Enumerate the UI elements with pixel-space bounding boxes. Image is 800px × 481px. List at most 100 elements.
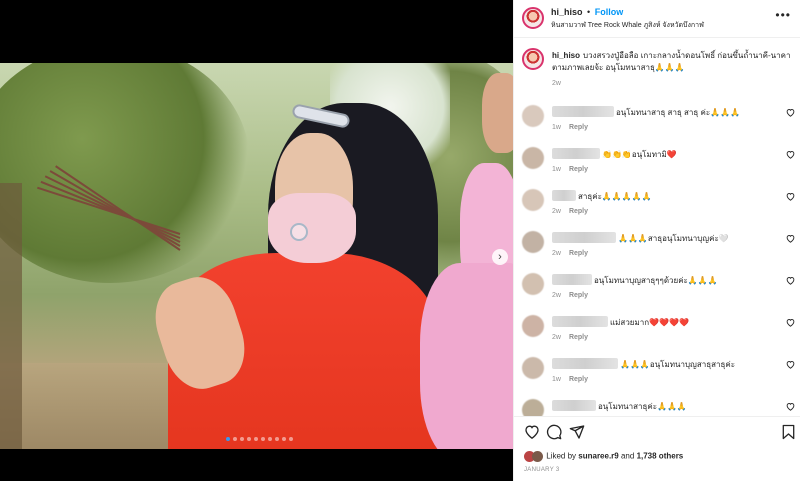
comment-row: อนุโมทนาสาธุค่ะ🙏🙏🙏 xyxy=(522,398,800,416)
reply-button[interactable]: Reply xyxy=(569,208,588,215)
comment-like-icon[interactable] xyxy=(786,276,795,287)
liked-by-prefix: Liked by xyxy=(546,451,577,461)
reply-button[interactable]: Reply xyxy=(569,124,588,131)
carousel-next-button[interactable]: › xyxy=(492,249,508,265)
carousel-dot xyxy=(247,437,251,441)
comment-like-icon[interactable] xyxy=(786,150,795,161)
commenter-username-blurred[interactable] xyxy=(552,358,618,369)
commenter-username-blurred[interactable] xyxy=(552,106,614,117)
bystander-pink-sleeve xyxy=(420,263,513,449)
comment-text: 🙏🙏🙏สาธุอนุโมทนาบุญค่ะ🤍 xyxy=(618,234,729,243)
comment-time[interactable]: 2w xyxy=(552,208,561,215)
commenter-avatar[interactable] xyxy=(522,231,544,253)
face-mask xyxy=(268,193,356,263)
commenter-username-blurred[interactable] xyxy=(552,400,596,411)
comment-row: แม่สวยมาก❤️❤️❤️❤️ 2w Reply xyxy=(522,314,800,356)
carousel-dot xyxy=(282,437,286,441)
tree-trunk xyxy=(0,183,22,449)
comment-time[interactable]: 2w xyxy=(552,334,561,341)
comment-meta: 2w Reply xyxy=(552,334,588,341)
reply-button[interactable]: Reply xyxy=(569,166,588,173)
comment-row: อนุโมทนาสาธุ สาธุ สาธุ ค่ะ🙏🙏🙏 1w Reply xyxy=(522,104,800,146)
more-options-icon[interactable]: ••• xyxy=(775,8,791,22)
caption-username[interactable]: hi_hiso xyxy=(552,51,580,60)
bookmark-icon[interactable] xyxy=(782,424,795,444)
author-username[interactable]: hi_hiso xyxy=(551,7,583,17)
comment-row: 🙏🙏🙏สาธุอนุโมทนาบุญค่ะ🤍 2w Reply xyxy=(522,230,800,272)
comment-time[interactable]: 2w xyxy=(552,250,561,257)
comment-time[interactable]: 1w xyxy=(552,376,561,383)
header-user-line: hi_hiso • Follow xyxy=(551,7,623,17)
comment-meta: 2w Reply xyxy=(552,208,588,215)
carousel-dot xyxy=(268,437,272,441)
heart-icon[interactable] xyxy=(524,424,540,443)
commenter-username-blurred[interactable] xyxy=(552,190,576,201)
commenter-username-blurred[interactable] xyxy=(552,316,608,327)
bystander-hand xyxy=(482,73,513,153)
comment-like-icon[interactable] xyxy=(786,318,795,329)
comment-text: แม่สวยมาก❤️❤️❤️❤️ xyxy=(610,318,689,327)
comment-row: สาธุค่ะ🙏🙏🙏🙏🙏 2w Reply xyxy=(522,188,800,230)
carousel-dot xyxy=(240,437,244,441)
comment-like-icon[interactable] xyxy=(786,192,795,203)
comment-like-icon[interactable] xyxy=(786,402,795,413)
reply-button[interactable]: Reply xyxy=(569,334,588,341)
commenter-avatar[interactable] xyxy=(522,147,544,169)
liked-by-user[interactable]: sunaree.r9 xyxy=(578,452,618,461)
comment-row: อนุโมทนาบุญสาธุๆๆด้วยค่ะ🙏🙏🙏 2w Reply xyxy=(522,272,800,314)
post-date[interactable]: JANUARY 3 xyxy=(524,467,560,473)
caption-text: บวงสรวงปู่อือลือ เกาะกลางน้ำดอนโพธิ์ ก่อ… xyxy=(552,51,791,72)
commenter-avatar[interactable] xyxy=(522,399,544,416)
carousel-dot xyxy=(226,437,230,441)
share-icon[interactable] xyxy=(569,424,585,444)
comment-icon[interactable] xyxy=(546,424,562,444)
comments-list[interactable]: hi_hiso บวงสรวงปู่อือลือ เกาะกลางน้ำดอนโพ… xyxy=(514,38,800,416)
carousel-dot xyxy=(275,437,279,441)
comment-like-icon[interactable] xyxy=(786,108,795,119)
comment-meta: 1w Reply xyxy=(552,376,588,383)
commenter-avatar[interactable] xyxy=(522,189,544,211)
author-avatar[interactable] xyxy=(522,7,544,29)
caption-text-block: hi_hiso บวงสรวงปู่อือลือ เกาะกลางน้ำดอนโพ… xyxy=(552,50,800,74)
comment-time[interactable]: 1w xyxy=(552,124,561,131)
post-header: hi_hiso • Follow หินสามวาฬ Tree Rock Wha… xyxy=(514,0,800,38)
comment-text: อนุโมทนาสาธุค่ะ🙏🙏🙏 xyxy=(598,402,687,411)
comment-like-icon[interactable] xyxy=(786,234,795,245)
carousel-dot xyxy=(289,437,293,441)
post-sidebar: hi_hiso • Follow หินสามวาฬ Tree Rock Wha… xyxy=(513,0,800,481)
comment-text: สาธุค่ะ🙏🙏🙏🙏🙏 xyxy=(578,192,652,201)
instagram-post-modal: › hi_hiso • Follow หินสามวาฬ Tree Rock W… xyxy=(0,0,800,481)
liked-by-connector: and xyxy=(620,451,635,461)
incense-sticks xyxy=(30,165,181,273)
commenter-avatar[interactable] xyxy=(522,315,544,337)
commenter-username-blurred[interactable] xyxy=(552,148,600,159)
carousel-dot xyxy=(261,437,265,441)
reply-button[interactable]: Reply xyxy=(569,292,588,299)
comment-row: 👏👏👏อนุโมทามิ❤️ 1w Reply xyxy=(522,146,800,188)
commenter-avatar[interactable] xyxy=(522,357,544,379)
post-photo[interactable] xyxy=(0,63,513,449)
caption-time[interactable]: 2w xyxy=(552,80,561,87)
comment-time[interactable]: 1w xyxy=(552,166,561,173)
reply-button[interactable]: Reply xyxy=(569,376,588,383)
commenter-avatar[interactable] xyxy=(522,273,544,295)
comment-time[interactable]: 2w xyxy=(552,292,561,299)
caption-author-avatar[interactable] xyxy=(522,48,544,70)
commenter-avatar[interactable] xyxy=(522,105,544,127)
liked-by-others[interactable]: 1,738 others xyxy=(637,452,684,461)
reply-button[interactable]: Reply xyxy=(569,250,588,257)
mask-logo xyxy=(290,223,308,241)
commenter-username-blurred[interactable] xyxy=(552,274,592,285)
liker-avatar xyxy=(532,451,543,462)
post-location[interactable]: หินสามวาฬ Tree Rock Whale ภูสิงห์ จังหวั… xyxy=(551,20,704,31)
carousel-dot xyxy=(254,437,258,441)
comment-text: อนุโมทนาสาธุ สาธุ สาธุ ค่ะ🙏🙏🙏 xyxy=(616,108,741,117)
likes-summary: Liked by sunaree.r9 and 1,738 others xyxy=(524,451,683,462)
comment-like-icon[interactable] xyxy=(786,360,795,371)
comment-meta: 1w Reply xyxy=(552,124,588,131)
comment-meta: 1w Reply xyxy=(552,166,588,173)
post-media: › xyxy=(0,0,513,481)
commenter-username-blurred[interactable] xyxy=(552,232,616,243)
follow-button[interactable]: Follow xyxy=(595,7,624,17)
separator: • xyxy=(587,7,591,17)
